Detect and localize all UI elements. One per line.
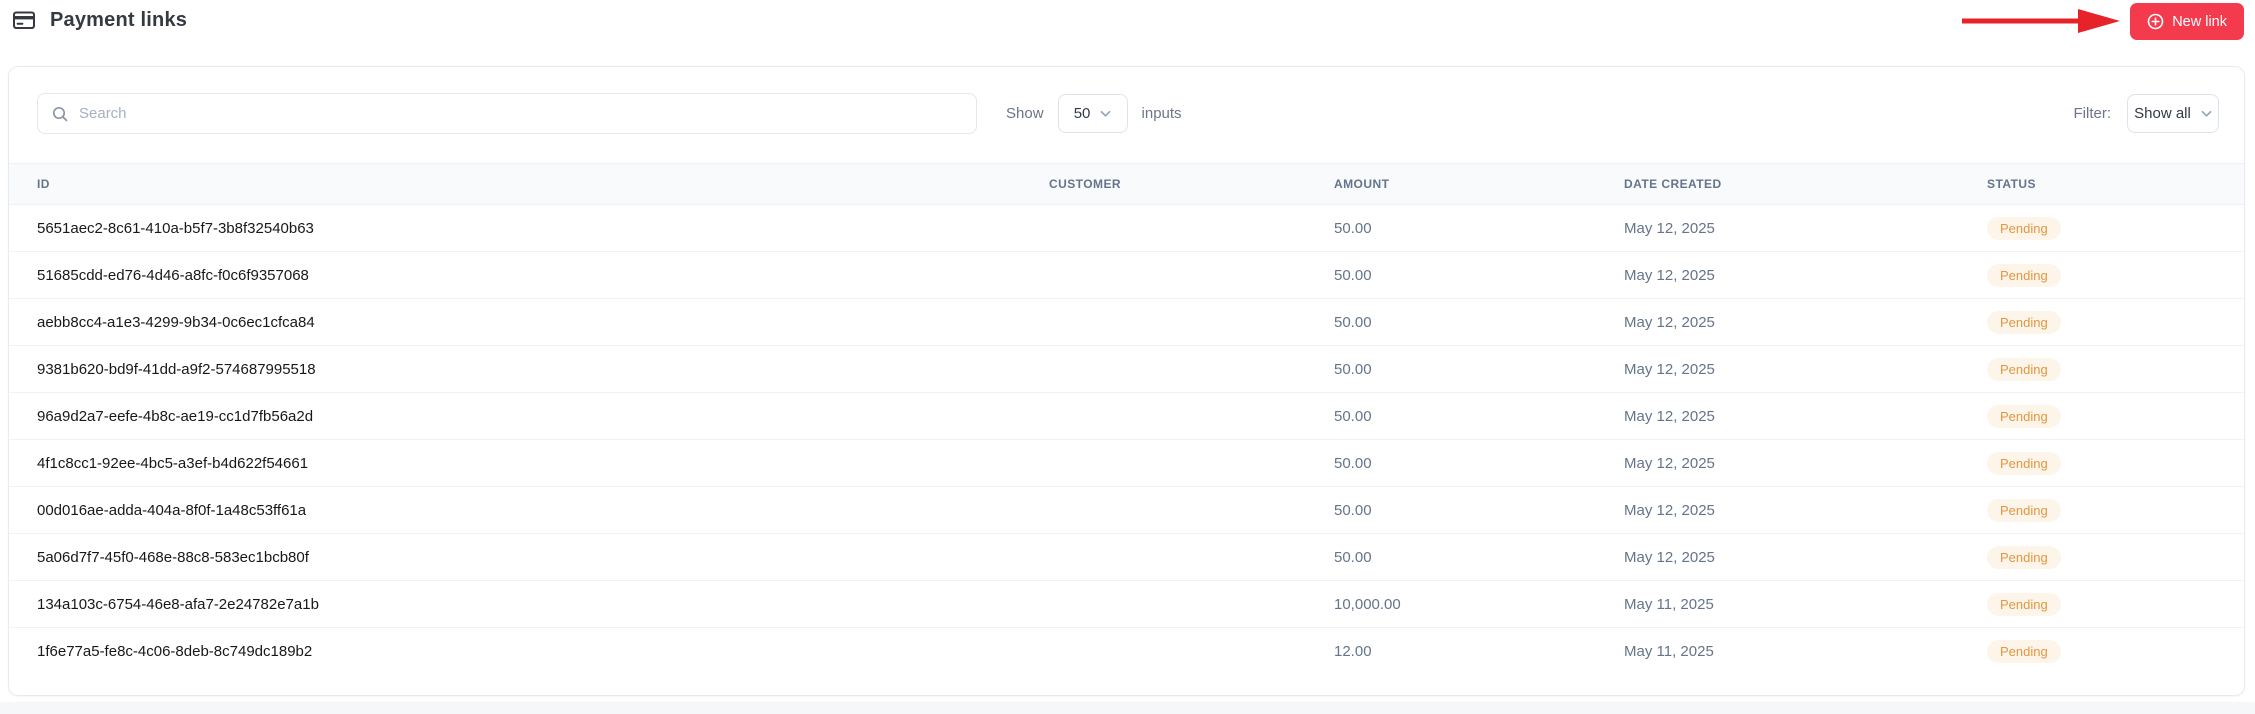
row-date-created-cell: May 11, 2025: [1624, 643, 1714, 660]
row-date-created-cell: May 12, 2025: [1624, 454, 1715, 472]
row-status-cell: Pending: [1959, 640, 2244, 663]
search-box[interactable]: [37, 93, 977, 134]
row-id-cell: 134a103c-6754-46e8-afa7-2e24782e7a1b: [37, 595, 319, 613]
table-row[interactable]: 1f6e77a5-fe8c-4c06-8deb-8c749dc189b2 12.0…: [9, 628, 2244, 675]
table-row[interactable]: 96a9d2a7-eefe-4b8c-ae19-cc1d7fb56a2d 50.0…: [9, 393, 2244, 440]
red-arrow-annotation: [1962, 9, 2120, 33]
chevron-down-icon: [1100, 110, 1111, 118]
row-date-created-cell: May 11, 2025: [1624, 595, 1714, 613]
table-row[interactable]: 5651aec2-8c61-410a-b5f7-3b8f32540b63 50.0…: [9, 205, 2244, 252]
status-badge: Pending: [1987, 545, 2061, 569]
chevron-down-icon: [2201, 110, 2212, 118]
row-amount-cell: 50.00: [1334, 454, 1372, 472]
row-date-created-cell: May 12, 2025: [1624, 548, 1715, 566]
row-status-cell: Pending: [1959, 404, 2244, 428]
row-amount-cell: 12.00: [1334, 643, 1372, 660]
row-amount-cell: 50.00: [1334, 501, 1372, 519]
row-amount-cell: 50.00: [1334, 360, 1372, 378]
row-id-cell: 1f6e77a5-fe8c-4c06-8deb-8c749dc189b2: [37, 643, 313, 660]
page-background-strip: [0, 702, 2255, 714]
row-date-created-cell: May 12, 2025: [1624, 313, 1715, 331]
status-badge: Pending: [1987, 263, 2061, 287]
row-id-cell: 96a9d2a7-eefe-4b8c-ae19-cc1d7fb56a2d: [37, 407, 314, 425]
search-icon: [52, 106, 68, 122]
row-date-created-cell: May 12, 2025: [1624, 219, 1715, 237]
status-badge: Pending: [1987, 357, 2061, 381]
row-amount-cell: 50.00: [1334, 313, 1372, 331]
table-row[interactable]: 4f1c8cc1-92ee-4bc5-a3ef-b4d622f54661 50.0…: [9, 440, 2244, 487]
row-id-cell: 51685cdd-ed76-4d46-a8fc-f0c6f9357068: [37, 266, 309, 284]
row-amount-cell: 10,000.00: [1334, 595, 1401, 613]
payment-links-page: Payment links New link Search Show 50 in…: [0, 0, 2255, 714]
row-id-cell: 9381b620-bd9f-41dd-a9f2-574687995518: [37, 360, 316, 378]
table-row[interactable]: 134a103c-6754-46e8-afa7-2e24782e7a1b 10,0…: [9, 581, 2244, 628]
status-badge: Pending: [1987, 404, 2061, 428]
row-date-created-cell: May 12, 2025: [1624, 407, 1715, 425]
status-badge: Pending: [1987, 640, 2061, 663]
row-amount-cell: 50.00: [1334, 407, 1372, 425]
status-badge: Pending: [1987, 592, 2061, 616]
page-size-value: 50: [1073, 105, 1091, 122]
column-header-status: STATUS: [1987, 177, 2036, 191]
row-id-cell: 00d016ae-adda-404a-8f0f-1a48c53ff61a: [37, 501, 307, 519]
row-id-cell: 5651aec2-8c61-410a-b5f7-3b8f32540b63: [37, 219, 314, 237]
status-badge: Pending: [1987, 451, 2061, 475]
status-filter-select[interactable]: Show all: [2127, 94, 2219, 133]
table-row[interactable]: 5a06d7f7-45f0-468e-88c8-583ec1bcb80f 50.0…: [9, 534, 2244, 581]
show-label: Show: [1006, 105, 1044, 122]
row-date-created-cell: May 12, 2025: [1624, 360, 1715, 378]
status-filter-value: Show all: [2134, 105, 2191, 122]
table-toolbar: Show 50 inputs Filter: Show all: [9, 67, 2244, 163]
row-amount-cell: 50.00: [1334, 266, 1372, 284]
new-link-button[interactable]: New link: [2130, 3, 2244, 40]
row-id-cell: aebb8cc4-a1e3-4299-9b34-0c6ec1cfca84: [37, 313, 315, 331]
row-amount-cell: 50.00: [1334, 548, 1372, 566]
status-badge: Pending: [1987, 216, 2061, 240]
row-status-cell: Pending: [1959, 310, 2244, 334]
row-date-created-cell: May 12, 2025: [1624, 266, 1715, 284]
credit-card-icon: [12, 8, 36, 32]
status-badge: Pending: [1987, 498, 2061, 522]
inputs-label: inputs: [1141, 105, 1182, 122]
row-id-cell: 5a06d7f7-45f0-468e-88c8-583ec1bcb80f: [37, 548, 309, 566]
new-link-button-label: New link: [2172, 13, 2227, 30]
row-status-cell: Pending: [1959, 592, 2244, 616]
row-status-cell: Pending: [1959, 451, 2244, 475]
page-header: Payment links New link: [0, 0, 2255, 48]
status-badge: Pending: [1987, 310, 2061, 334]
payment-links-table: ID CUSTOMER AMOUNT DATE CREATED STATUS 5…: [9, 163, 2244, 675]
table-row[interactable]: aebb8cc4-a1e3-4299-9b34-0c6ec1cfca84 50.0…: [9, 299, 2244, 346]
row-status-cell: Pending: [1959, 216, 2244, 240]
payment-links-card: Show 50 inputs Filter: Show all: [8, 66, 2245, 696]
plus-circle-icon: [2147, 13, 2164, 30]
table-body: 5651aec2-8c61-410a-b5f7-3b8f32540b63 50.0…: [9, 205, 2244, 675]
column-header-id: ID: [37, 177, 50, 191]
table-row[interactable]: 9381b620-bd9f-41dd-a9f2-574687995518 50.0…: [9, 346, 2244, 393]
table-row[interactable]: 51685cdd-ed76-4d46-a8fc-f0c6f9357068 50.0…: [9, 252, 2244, 299]
filter-label: Filter:: [2073, 105, 2112, 122]
row-status-cell: Pending: [1959, 498, 2244, 522]
row-status-cell: Pending: [1959, 263, 2244, 287]
column-header-amount: AMOUNT: [1334, 177, 1390, 191]
row-status-cell: Pending: [1959, 545, 2244, 569]
page-title: Payment links: [50, 8, 188, 31]
page-size-select[interactable]: 50: [1057, 94, 1128, 133]
column-header-customer: CUSTOMER: [1049, 177, 1122, 191]
search-input[interactable]: [79, 105, 962, 122]
row-date-created-cell: May 12, 2025: [1624, 501, 1715, 519]
table-row[interactable]: 00d016ae-adda-404a-8f0f-1a48c53ff61a 50.0…: [9, 487, 2244, 534]
column-header-date-created: DATE CREATED: [1624, 177, 1722, 191]
row-amount-cell: 50.00: [1334, 219, 1372, 237]
row-status-cell: Pending: [1959, 357, 2244, 381]
table-header-row: ID CUSTOMER AMOUNT DATE CREATED STATUS: [9, 163, 2244, 205]
row-id-cell: 4f1c8cc1-92ee-4bc5-a3ef-b4d622f54661: [37, 454, 309, 472]
